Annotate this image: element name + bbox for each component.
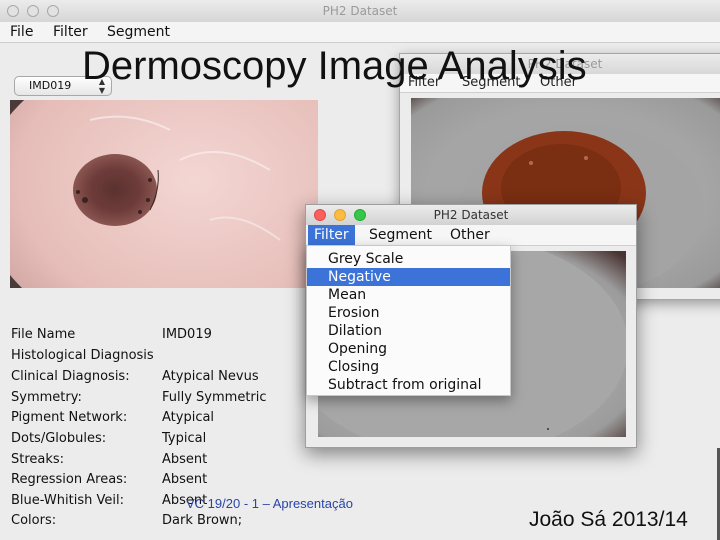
window-title: PH2 Dataset bbox=[322, 4, 398, 18]
menu-item-mean[interactable]: Mean bbox=[307, 286, 510, 304]
info-label: Regression Areas: bbox=[11, 472, 128, 487]
slide-title: Dermoscopy Image Analysis bbox=[82, 44, 587, 88]
image-select-value: IMD019 bbox=[29, 79, 72, 92]
window-title: PH2 Dataset bbox=[433, 208, 509, 222]
slide-footer-course: VC 19/20 - 1 – Apresentação bbox=[186, 496, 353, 511]
menu-filter[interactable]: Filter bbox=[53, 24, 88, 40]
filter-dropdown-menu: Grey Scale Negative Mean Erosion Dilatio… bbox=[306, 245, 511, 396]
menu-item-grey-scale[interactable]: Grey Scale bbox=[307, 250, 510, 268]
info-value: IMD019 bbox=[162, 327, 212, 342]
menu-filter-open[interactable]: Filter bbox=[308, 225, 355, 245]
info-label: File Name bbox=[11, 327, 76, 342]
menu-item-erosion[interactable]: Erosion bbox=[307, 304, 510, 322]
info-value: Absent bbox=[162, 452, 208, 467]
info-value: Dark Brown; bbox=[162, 513, 243, 528]
info-label: Streaks: bbox=[11, 452, 65, 467]
menu-other[interactable]: Other bbox=[450, 227, 490, 243]
negative-window-menubar: Filter Segment Other bbox=[306, 225, 636, 246]
main-menubar: File Filter Segment bbox=[0, 22, 720, 43]
info-label: Clinical Diagnosis: bbox=[11, 369, 130, 384]
info-value: Atypical bbox=[162, 410, 215, 425]
menu-item-subtract-from-original[interactable]: Subtract from original bbox=[307, 376, 510, 394]
info-label: Colors: bbox=[11, 513, 57, 528]
info-label: Pigment Network: bbox=[11, 410, 128, 425]
info-value: Atypical Nevus bbox=[162, 369, 259, 384]
info-value: Absent bbox=[162, 472, 208, 487]
main-window-titlebar[interactable]: PH2 Dataset bbox=[0, 0, 720, 23]
menu-item-closing[interactable]: Closing bbox=[307, 358, 510, 376]
menu-segment[interactable]: Segment bbox=[369, 227, 432, 243]
menu-item-negative[interactable]: Negative bbox=[307, 268, 510, 286]
menu-segment[interactable]: Segment bbox=[107, 24, 170, 40]
menu-item-opening[interactable]: Opening bbox=[307, 340, 510, 358]
negative-window-titlebar[interactable]: PH2 Dataset bbox=[306, 205, 636, 225]
info-value: Typical bbox=[162, 431, 207, 446]
info-label: Blue-Whitish Veil: bbox=[11, 493, 124, 508]
menu-item-dilation[interactable]: Dilation bbox=[307, 322, 510, 340]
menu-file[interactable]: File bbox=[10, 24, 33, 40]
original-dermoscopy-image bbox=[10, 100, 318, 288]
info-value: Fully Symmetric bbox=[162, 390, 267, 405]
info-label: Dots/Globules: bbox=[11, 431, 107, 446]
slide-footer-author: João Sá 2013/14 bbox=[529, 508, 688, 531]
info-label: Histological Diagnosis bbox=[11, 348, 154, 363]
info-label: Symmetry: bbox=[11, 390, 82, 405]
